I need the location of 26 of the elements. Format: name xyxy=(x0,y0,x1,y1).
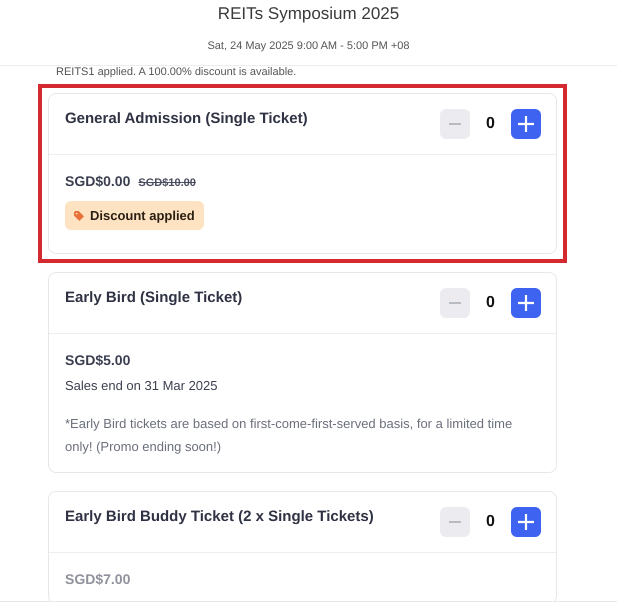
ticket-name: General Admission (Single Ticket) xyxy=(65,110,308,128)
quantity: 0 xyxy=(485,293,496,313)
plus-icon xyxy=(518,116,534,132)
ticket-name: Early Bird (Single Ticket) xyxy=(65,289,242,307)
ticket-price: SGD$0.00 xyxy=(65,172,130,191)
increase-button[interactable] xyxy=(511,507,541,537)
plus-icon xyxy=(518,295,534,311)
ticket-note: *Early Bird tickets are based on first-come-first-served basis, for a limited time only! (Promo ending soon!) xyxy=(65,415,514,456)
increase-button[interactable] xyxy=(511,109,541,139)
ticket-price: SGD$5.00 xyxy=(65,351,130,370)
badge-label: Discount applied xyxy=(90,208,195,224)
event-title: REITs Symposium 2025 xyxy=(218,3,400,25)
original-price: SGD$10.00 xyxy=(138,176,196,190)
quantity: 0 xyxy=(485,114,496,134)
minus-icon xyxy=(449,123,461,125)
ticket-price: SGD$7.00 xyxy=(65,570,130,589)
sales-end-text: Sales end on 31 Mar 2025 xyxy=(65,377,218,395)
promo-notice: REITS1 applied. A 100.00% discount is available. xyxy=(56,66,296,79)
quantity: 0 xyxy=(485,512,496,532)
minus-icon xyxy=(449,302,461,304)
increase-button[interactable] xyxy=(511,288,541,318)
event-datetime: Sat, 24 May 2025 9:00 AM - 5:00 PM +08 xyxy=(207,39,410,53)
minus-icon xyxy=(449,521,461,523)
plus-icon xyxy=(518,514,534,530)
tag-icon xyxy=(74,210,84,220)
ticket-name: Early Bird Buddy Ticket (2 x Single Tickets) xyxy=(65,508,374,526)
